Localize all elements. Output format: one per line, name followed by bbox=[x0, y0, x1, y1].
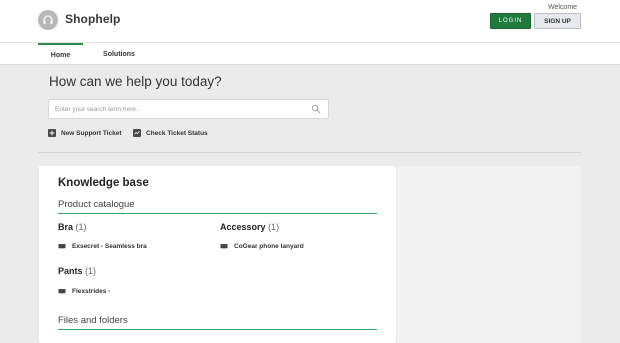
category-name: Accessory bbox=[220, 222, 266, 232]
main-nav: Home Solutions bbox=[0, 43, 620, 65]
section-title: Product catalogue bbox=[58, 199, 135, 210]
section-product-catalogue[interactable]: Product catalogue bbox=[58, 199, 377, 214]
article-title: Exsecret - Seamless bra bbox=[72, 242, 147, 250]
chart-icon bbox=[133, 129, 141, 137]
kb-title: Knowledge base bbox=[58, 177, 149, 189]
book-icon bbox=[58, 288, 66, 295]
new-ticket-label: New Support Ticket bbox=[61, 129, 122, 137]
category-count: (1) bbox=[268, 222, 280, 232]
category-pants[interactable]: Pants (1) bbox=[58, 266, 96, 276]
article-title: CoGear phone lanyard bbox=[234, 242, 304, 250]
book-icon bbox=[220, 243, 228, 250]
page-title: How can we help you today? bbox=[49, 74, 222, 89]
search-icon[interactable] bbox=[311, 104, 321, 114]
top-header: Shophelp Welcome LOGIN SIGN UP bbox=[0, 0, 620, 43]
category-name: Pants bbox=[58, 266, 83, 276]
knowledge-base-panel: Knowledge base Product catalogue Bra (1)… bbox=[39, 166, 396, 343]
welcome-text: Welcome bbox=[548, 4, 578, 11]
category-count: (1) bbox=[75, 222, 87, 232]
article-title: Flexstrides - bbox=[72, 287, 111, 295]
login-button[interactable]: LOGIN bbox=[490, 13, 531, 29]
sidebar-panel bbox=[397, 166, 581, 343]
new-ticket-link[interactable]: New Support Ticket bbox=[48, 128, 122, 138]
logo-icon[interactable] bbox=[38, 10, 58, 30]
brand-name[interactable]: Shophelp bbox=[65, 12, 120, 26]
article-link[interactable]: Flexstrides - bbox=[58, 286, 110, 296]
signup-button[interactable]: SIGN UP bbox=[534, 13, 581, 29]
category-name: Bra bbox=[58, 222, 74, 232]
category-bra[interactable]: Bra (1) bbox=[58, 222, 87, 232]
category-accessory[interactable]: Accessory (1) bbox=[220, 222, 279, 232]
plus-icon bbox=[48, 129, 56, 137]
article-link[interactable]: CoGear phone lanyard bbox=[220, 241, 304, 251]
check-status-label: Check Ticket Status bbox=[146, 129, 208, 137]
search-box bbox=[48, 99, 329, 119]
article-link[interactable]: Exsecret - Seamless bra bbox=[58, 241, 147, 251]
search-input[interactable] bbox=[55, 104, 305, 115]
book-icon bbox=[58, 243, 66, 250]
tab-home[interactable]: Home bbox=[38, 43, 83, 65]
divider bbox=[38, 152, 581, 153]
section-files-and-folders[interactable]: Files and folders bbox=[58, 315, 377, 330]
section-title: Files and folders bbox=[58, 315, 128, 326]
check-status-link[interactable]: Check Ticket Status bbox=[133, 128, 208, 138]
category-count: (1) bbox=[85, 266, 97, 276]
headset-icon bbox=[43, 15, 53, 24]
tab-solutions[interactable]: Solutions bbox=[98, 43, 140, 65]
